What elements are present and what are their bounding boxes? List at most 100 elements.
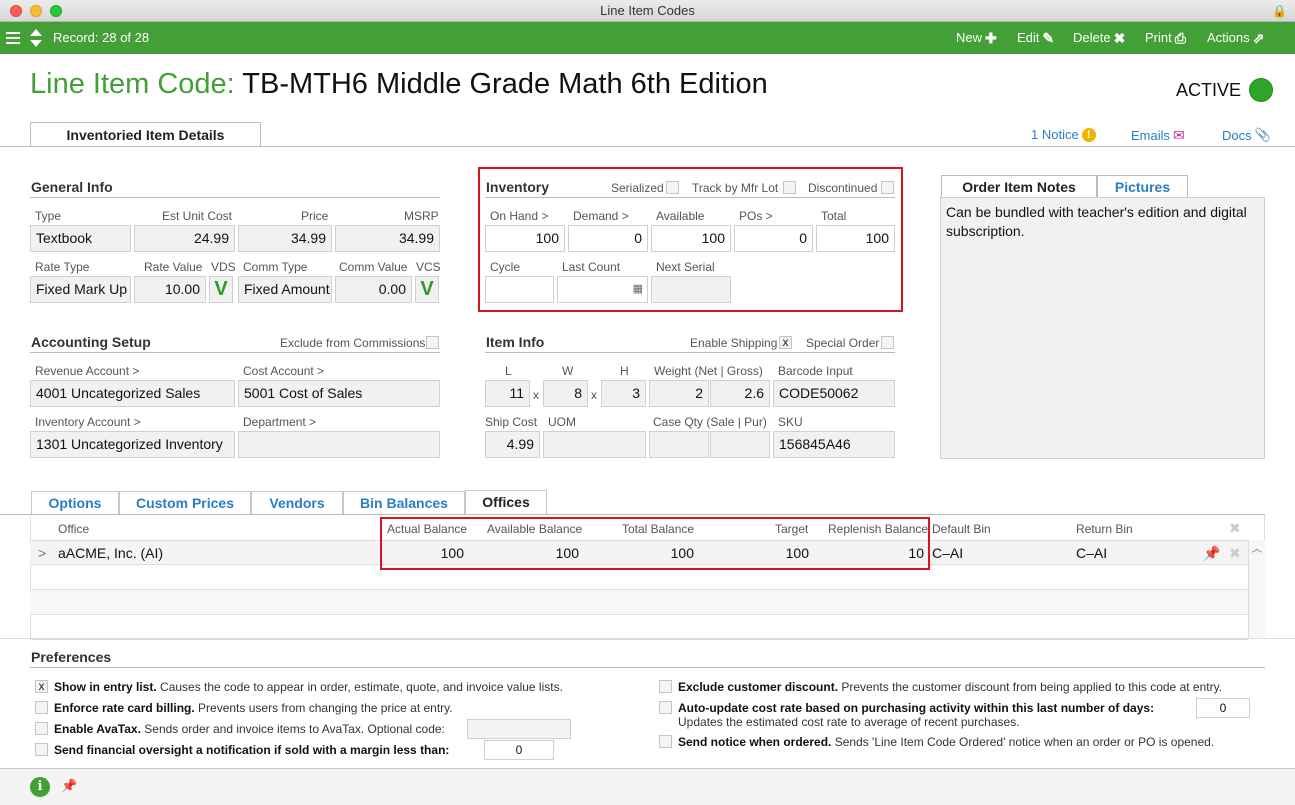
enable-avatax-checkbox[interactable] <box>35 722 48 735</box>
revenue-account-link[interactable]: Revenue Account > <box>35 364 139 378</box>
emails-link[interactable]: Emails ✉ <box>1131 127 1185 144</box>
department-field[interactable] <box>238 431 440 458</box>
weight-label: Weight (Net | Gross) <box>654 364 763 378</box>
inventory-account-link[interactable]: Inventory Account > <box>35 415 141 429</box>
auto-update-days-input[interactable]: 0 <box>1196 698 1250 718</box>
info-icon[interactable]: i <box>30 777 50 797</box>
case-qty-pur-field[interactable] <box>710 431 770 458</box>
tab-order-item-notes[interactable]: Order Item Notes <box>941 175 1097 198</box>
menu-icon[interactable] <box>6 22 20 54</box>
edit-button[interactable]: Edit ✎ <box>1017 22 1054 54</box>
status-indicator: ACTIVE <box>1176 78 1274 102</box>
order-item-notes-field[interactable]: Can be bundled with teacher's edition an… <box>940 197 1265 459</box>
department-link[interactable]: Department > <box>243 415 316 429</box>
enforce-rate-card-checkbox[interactable] <box>35 701 48 714</box>
item-info-rule <box>485 352 895 353</box>
scroll-up-icon[interactable]: ︿ <box>1252 544 1262 555</box>
tab-divider <box>0 146 1295 147</box>
col-default-bin[interactable]: Default Bin <box>932 522 991 536</box>
clear-icon[interactable]: ✖ <box>1229 520 1241 537</box>
new-button[interactable]: New ✚ <box>956 22 997 54</box>
exclude-discount-label: Exclude customer discount. Prevents the … <box>678 680 1223 694</box>
special-order-checkbox[interactable] <box>881 336 894 349</box>
general-info-rule <box>30 197 440 198</box>
row-expand-icon[interactable]: > <box>38 545 46 561</box>
comm-type-field[interactable]: Fixed Amount <box>238 276 332 303</box>
tab-inventoried-item-details[interactable]: Inventoried Item Details <box>30 122 261 147</box>
price-field[interactable]: 34.99 <box>238 225 332 252</box>
vds-label: VDS <box>211 260 236 274</box>
rate-value-field[interactable]: 10.00 <box>134 276 206 303</box>
comm-value-field[interactable]: 0.00 <box>335 276 412 303</box>
rate-type-field[interactable]: Fixed Mark Up <box>30 276 131 303</box>
tab-custom-prices[interactable]: Custom Prices <box>119 491 251 514</box>
status-text: ACTIVE <box>1176 79 1242 100</box>
page-title: Line Item Code: TB-MTH6 Middle Grade Mat… <box>30 68 768 101</box>
ship-cost-field[interactable]: 4.99 <box>485 431 540 458</box>
barcode-label: Barcode Input <box>778 364 853 378</box>
weight-gross-field[interactable]: 2.6 <box>710 380 770 407</box>
window-titlebar: Line Item Codes 🔒 <box>0 0 1295 22</box>
case-qty-sale-field[interactable] <box>649 431 709 458</box>
margin-threshold-input[interactable]: 0 <box>484 740 554 760</box>
msrp-field[interactable]: 34.99 <box>335 225 440 252</box>
remove-row-icon[interactable]: ✖ <box>1229 545 1241 562</box>
enforce-rate-card-label: Enforce rate card billing. Prevents user… <box>54 701 453 715</box>
tab-pictures[interactable]: Pictures <box>1097 175 1188 198</box>
preferences-divider <box>0 638 1295 639</box>
vds-check-icon[interactable]: V <box>209 276 233 303</box>
actions-button[interactable]: Actions ⇗ <box>1207 22 1264 54</box>
pin-icon[interactable]: 📌 <box>1203 545 1220 562</box>
record-navigator-icon[interactable] <box>29 22 43 54</box>
inventory-account-field[interactable]: 1301 Uncategorized Inventory <box>30 431 235 458</box>
plus-icon: ✚ <box>985 30 997 46</box>
tab-options[interactable]: Options <box>31 491 119 514</box>
type-field[interactable]: Textbook <box>30 225 131 252</box>
col-return-bin[interactable]: Return Bin <box>1076 522 1133 536</box>
width-field[interactable]: 8 <box>543 380 588 407</box>
est-unit-cost-field[interactable]: 24.99 <box>134 225 235 252</box>
revenue-account-field[interactable]: 4001 Uncategorized Sales <box>30 380 235 407</box>
case-qty-label: Case Qty (Sale | Pur) <box>653 415 767 429</box>
tab-bin-balances[interactable]: Bin Balances <box>343 491 465 514</box>
envelope-icon: ✉ <box>1173 127 1185 143</box>
tab-vendors[interactable]: Vendors <box>251 491 343 514</box>
margin-notification-label: Send financial oversight a notification … <box>54 743 450 757</box>
uom-field[interactable] <box>543 431 646 458</box>
uom-label: UOM <box>548 415 576 429</box>
minimize-window-button[interactable] <box>30 5 42 17</box>
col-office[interactable]: Office <box>58 522 89 536</box>
sku-field[interactable]: 156845A46 <box>773 431 895 458</box>
delete-button[interactable]: Delete ✖ <box>1073 22 1125 54</box>
weight-net-field[interactable]: 2 <box>649 380 709 407</box>
height-field[interactable]: 3 <box>601 380 646 407</box>
margin-notification-checkbox[interactable] <box>35 743 48 756</box>
notice-when-ordered-checkbox[interactable] <box>659 735 672 748</box>
inventory-highlight-box <box>478 167 903 312</box>
exclude-commissions-checkbox[interactable] <box>426 336 439 349</box>
pin-icon[interactable]: 📌 <box>61 778 77 794</box>
exclude-commissions-label: Exclude from Commissions <box>280 336 426 350</box>
est-unit-cost-label: Est Unit Cost <box>162 209 233 223</box>
close-window-button[interactable] <box>10 5 22 17</box>
zoom-window-button[interactable] <box>50 5 62 17</box>
barcode-field[interactable]: CODE50062 <box>773 380 895 407</box>
cost-account-field[interactable]: 5001 Cost of Sales <box>238 380 440 407</box>
show-in-entry-list-checkbox[interactable]: x <box>35 680 48 693</box>
auto-update-cost-checkbox[interactable] <box>659 701 672 714</box>
docs-link[interactable]: Docs 📎 <box>1222 127 1271 143</box>
notice-link[interactable]: 1 Notice! <box>1031 127 1096 142</box>
avatax-code-input[interactable] <box>467 719 571 739</box>
enable-shipping-checkbox[interactable]: x <box>779 336 792 349</box>
general-info-title: General Info <box>31 179 113 195</box>
preferences-title: Preferences <box>31 649 112 665</box>
exclude-discount-checkbox[interactable] <box>659 680 672 693</box>
grid-scrollbar[interactable]: ︿ <box>1248 540 1265 638</box>
vcs-label: VCS <box>416 260 441 274</box>
tab-offices[interactable]: Offices <box>465 490 547 515</box>
return-bin-cell: C–AI <box>1076 545 1108 561</box>
length-field[interactable]: 11 <box>485 380 530 407</box>
vcs-check-icon[interactable]: V <box>415 276 439 303</box>
cost-account-link[interactable]: Cost Account > <box>243 364 324 378</box>
print-button[interactable]: Print ⎙ <box>1145 22 1186 54</box>
